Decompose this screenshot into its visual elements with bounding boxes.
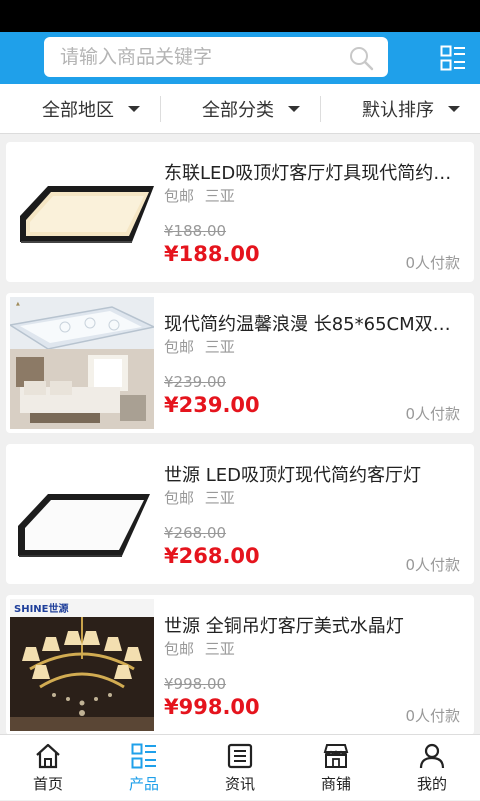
tab-label: 首页 xyxy=(32,775,63,793)
tab-news[interactable]: 资讯 xyxy=(192,735,288,801)
tab-products[interactable]: 产品 xyxy=(96,735,192,801)
location-tag: 三亚 xyxy=(204,640,235,658)
filter-category[interactable]: 全部分类 xyxy=(202,84,300,133)
user-icon xyxy=(419,743,445,769)
location-tag: 三亚 xyxy=(204,187,235,205)
product-image[interactable]: ▲ xyxy=(10,297,154,429)
tab-shop[interactable]: 商铺 xyxy=(288,735,384,801)
price: ¥998.00 xyxy=(164,695,260,719)
top-bar xyxy=(0,32,480,84)
shipping-tag: 包邮 xyxy=(164,187,195,205)
sold-count: 0人付款 xyxy=(405,405,460,423)
product-title[interactable]: 世源 全铜吊灯客厅美式水晶灯 xyxy=(164,612,464,638)
search-input[interactable] xyxy=(58,45,332,69)
tab-label: 资讯 xyxy=(224,775,255,793)
tab-label: 产品 xyxy=(128,775,159,793)
filter-region-label: 全部地区 xyxy=(42,99,114,121)
filter-sort-label: 默认排序 xyxy=(362,99,434,121)
shipping-tag: 包邮 xyxy=(164,338,195,356)
status-bar xyxy=(0,0,480,32)
tab-label: 我的 xyxy=(416,775,447,793)
original-price: ¥268.00 xyxy=(164,524,227,542)
search-icon[interactable] xyxy=(348,45,374,71)
caret-down-icon xyxy=(448,105,460,112)
product-meta: 包邮 三亚 xyxy=(164,185,235,206)
category-menu-icon[interactable] xyxy=(440,45,466,71)
tab-mine[interactable]: 我的 xyxy=(384,735,480,801)
bottom-tab-bar: 首页 产品 资讯 商铺 我的 xyxy=(0,734,480,800)
caret-down-icon xyxy=(128,105,140,112)
shipping-tag: 包邮 xyxy=(164,489,195,507)
sold-count: 0人付款 xyxy=(405,254,460,272)
location-tag: 三亚 xyxy=(204,338,235,356)
divider xyxy=(160,96,161,122)
product-card[interactable]: 东联LED吸顶灯客厅灯具现代简约长方形卧室灯饰 包邮 三亚 ¥188.00 ¥1… xyxy=(6,142,474,282)
price: ¥268.00 xyxy=(164,544,260,568)
product-image[interactable] xyxy=(10,448,154,580)
original-price: ¥188.00 xyxy=(164,222,227,240)
product-title[interactable]: 东联LED吸顶灯客厅灯具现代简约长方形卧室灯饰 xyxy=(164,159,464,185)
shipping-tag: 包邮 xyxy=(164,640,195,658)
product-image[interactable]: SHINE世源 xyxy=(10,599,154,731)
sold-count: 0人付款 xyxy=(405,707,460,725)
search-box[interactable] xyxy=(44,37,388,77)
home-icon xyxy=(36,743,60,769)
product-list-icon xyxy=(131,743,156,769)
product-card[interactable]: 世源 LED吸顶灯现代简约客厅灯 包邮 三亚 ¥268.00 ¥268.00 0… xyxy=(6,444,474,584)
news-icon xyxy=(227,743,253,769)
product-image[interactable] xyxy=(10,146,154,278)
product-meta: 包邮 三亚 xyxy=(164,336,235,357)
original-price: ¥239.00 xyxy=(164,373,227,391)
brand-mark: SHINE世源 xyxy=(14,602,69,615)
original-price: ¥998.00 xyxy=(164,675,227,693)
product-title[interactable]: 现代简约温馨浪漫 长85*65CM双层吸顶灯 xyxy=(164,310,464,336)
filter-category-label: 全部分类 xyxy=(202,99,274,121)
sold-count: 0人付款 xyxy=(405,556,460,574)
shop-icon xyxy=(323,744,349,768)
location-tag: 三亚 xyxy=(204,489,235,507)
product-meta: 包邮 三亚 xyxy=(164,487,235,508)
filter-sort[interactable]: 默认排序 xyxy=(362,84,460,133)
divider xyxy=(320,96,321,122)
tab-label: 商铺 xyxy=(320,775,351,793)
product-title[interactable]: 世源 LED吸顶灯现代简约客厅灯 xyxy=(164,461,464,487)
product-card[interactable]: ▲ 现代简约温馨浪漫 长85*65CM双层吸顶灯 包邮 三亚 ¥239.00 ¥… xyxy=(6,293,474,433)
filter-region[interactable]: 全部地区 xyxy=(42,84,140,133)
product-card[interactable]: SHINE世源 世源 全铜吊灯客厅美式水晶灯 包邮 三亚 ¥998.00 ¥99… xyxy=(6,595,474,735)
price: ¥239.00 xyxy=(164,393,260,417)
filter-bar: 全部地区 全部分类 默认排序 xyxy=(0,84,480,134)
product-meta: 包邮 三亚 xyxy=(164,638,235,659)
price: ¥188.00 xyxy=(164,242,260,266)
tab-home[interactable]: 首页 xyxy=(0,735,96,801)
caret-down-icon xyxy=(288,105,300,112)
svg-text:▲: ▲ xyxy=(16,301,20,307)
